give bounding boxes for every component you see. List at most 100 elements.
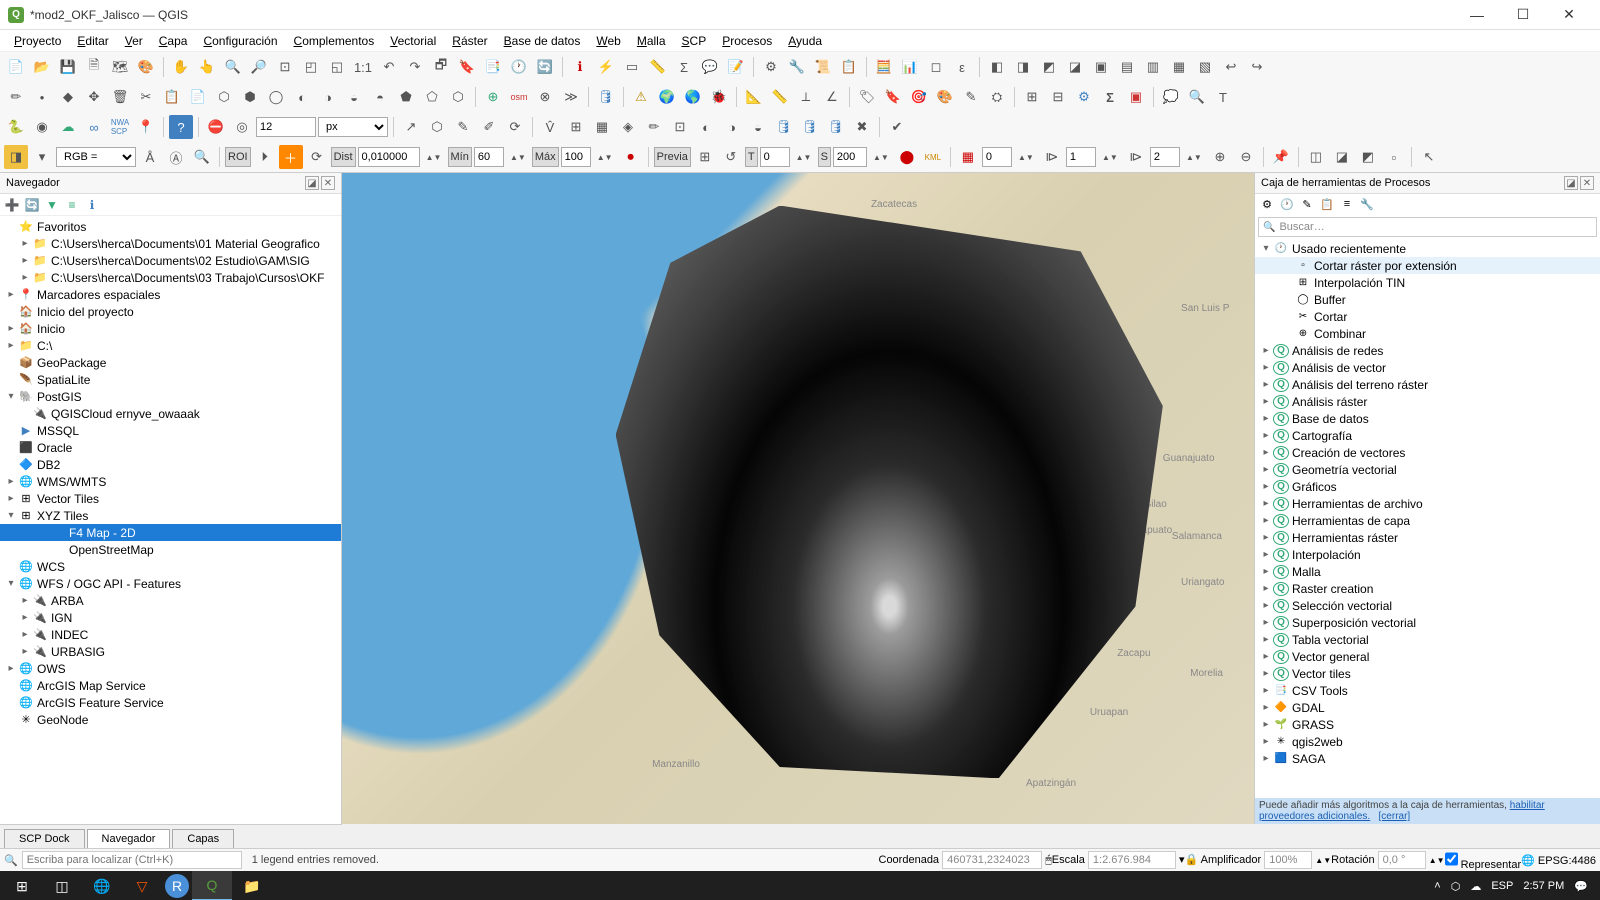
- proc-group[interactable]: ▸QSuperposición vectorial: [1255, 614, 1600, 631]
- layer-g-icon[interactable]: ▥: [1141, 55, 1165, 79]
- amp-input[interactable]: [1264, 851, 1312, 869]
- no-entry-icon[interactable]: ⛔: [204, 115, 228, 139]
- dock-tab-navegador[interactable]: Navegador: [87, 829, 171, 848]
- layer-h-icon[interactable]: ▦: [1167, 55, 1191, 79]
- scp-v8-icon[interactable]: ◑: [720, 115, 744, 139]
- move-feature-icon[interactable]: ✥: [82, 85, 106, 109]
- expression-select-icon[interactable]: ε: [950, 55, 974, 79]
- browser-item[interactable]: 🌐ArcGIS Map Service: [0, 677, 341, 694]
- browser-item[interactable]: 🔌QGISCloud ernyve_owaaak: [0, 405, 341, 422]
- menu-configuración[interactable]: Configuración: [195, 32, 285, 50]
- dropbox-icon[interactable]: ⬡: [1451, 880, 1461, 893]
- scp-zoom-icon[interactable]: 🔍: [190, 145, 214, 169]
- previa-grid-icon[interactable]: ⊞: [693, 145, 717, 169]
- menu-proyecto[interactable]: Proyecto: [6, 32, 69, 50]
- proc-recent-item[interactable]: ◯Buffer: [1255, 291, 1600, 308]
- map-canvas[interactable]: ZacatecasSan Luis PGuanajuatoSilaoSalama…: [342, 173, 1254, 824]
- lock-icon[interactable]: 🔒: [1184, 854, 1198, 866]
- coord-input[interactable]: [942, 851, 1042, 869]
- dig10-icon[interactable]: ⬡: [446, 85, 470, 109]
- zoom-selection-icon[interactable]: ◰: [299, 55, 323, 79]
- check-icon[interactable]: ⚠: [629, 85, 653, 109]
- browser-item[interactable]: ▾⊞XYZ Tiles: [0, 507, 341, 524]
- proc-provider[interactable]: ▸📑CSV Tools: [1255, 682, 1600, 699]
- onedrive-icon[interactable]: ☁: [1470, 880, 1481, 893]
- browser-item[interactable]: F4 Map - 2D: [0, 524, 341, 541]
- toolbox-icon[interactable]: ⚙: [759, 55, 783, 79]
- globe1-icon[interactable]: 🌍: [655, 85, 679, 109]
- select-icon[interactable]: ▭: [620, 55, 644, 79]
- proc-group[interactable]: ▸QRaster creation: [1255, 580, 1600, 597]
- scp-pick2-icon[interactable]: Ⓐ: [164, 145, 188, 169]
- dig8-icon[interactable]: ⬟: [394, 85, 418, 109]
- min-input[interactable]: [474, 147, 504, 167]
- browser-item[interactable]: ▸🔌IGN: [0, 609, 341, 626]
- proc-provider[interactable]: ▸🔶GDAL: [1255, 699, 1600, 716]
- n1-spin-icon[interactable]: ▲▼: [1014, 145, 1038, 169]
- proc-undock-icon[interactable]: ◪: [1564, 176, 1578, 190]
- add-feature-icon[interactable]: •: [30, 85, 54, 109]
- report-icon[interactable]: ▣: [1124, 85, 1148, 109]
- t-spin-icon[interactable]: ▲▼: [792, 145, 816, 169]
- globe2-icon[interactable]: 🌎: [681, 85, 705, 109]
- browser-item[interactable]: 📦GeoPackage: [0, 354, 341, 371]
- kml-icon[interactable]: KML: [921, 145, 945, 169]
- layer-label-icon[interactable]: 🏷: [855, 85, 879, 109]
- search2-icon[interactable]: 🔍: [1185, 85, 1209, 109]
- layer-d-icon[interactable]: ◪: [1063, 55, 1087, 79]
- unit-select[interactable]: px: [318, 117, 388, 137]
- results-icon[interactable]: 📋: [837, 55, 861, 79]
- explorer-icon[interactable]: 📁: [232, 871, 272, 900]
- tray-chevron-icon[interactable]: ˄: [1434, 880, 1440, 892]
- scp-x-icon[interactable]: ✖: [850, 115, 874, 139]
- task-view-icon[interactable]: ◫: [42, 871, 82, 900]
- lens-icon[interactable]: ◉: [30, 115, 54, 139]
- scp-v4-icon[interactable]: ◈: [616, 115, 640, 139]
- text-icon[interactable]: T: [1211, 85, 1235, 109]
- n3-spin-icon[interactable]: ▲▼: [1182, 145, 1206, 169]
- zoom-layer-icon[interactable]: ◱: [325, 55, 349, 79]
- proc-group[interactable]: ▸QAnálisis ráster: [1255, 393, 1600, 410]
- save-as-icon[interactable]: 🗎: [82, 55, 106, 79]
- network-icon[interactable]: ⊗: [533, 85, 557, 109]
- vector-poly-icon[interactable]: ⬡: [425, 115, 449, 139]
- proc-group[interactable]: ▸QHerramientas de capa: [1255, 512, 1600, 529]
- ruler3-icon[interactable]: ⟂: [794, 85, 818, 109]
- proc-group[interactable]: ▸QAnálisis de redes: [1255, 342, 1600, 359]
- layer-f-icon[interactable]: ▤: [1115, 55, 1139, 79]
- proc-group[interactable]: ▸QTabla vectorial: [1255, 631, 1600, 648]
- browser-item[interactable]: ▸🔌URBASIG: [0, 643, 341, 660]
- layer-e-icon[interactable]: ▣: [1089, 55, 1113, 79]
- proc-recent[interactable]: ▾🕐Usado recientemente: [1255, 240, 1600, 257]
- lbl2-icon[interactable]: 🔖: [881, 85, 905, 109]
- zoom-native-icon[interactable]: 1:1: [351, 55, 375, 79]
- minimize-button[interactable]: —: [1454, 0, 1500, 30]
- python-icon[interactable]: 🐍: [4, 115, 28, 139]
- menu-base-de-datos[interactable]: Base de datos: [496, 32, 589, 50]
- pan-selection-icon[interactable]: 👆: [195, 55, 219, 79]
- new-map-view-icon[interactable]: 🗗: [429, 55, 453, 79]
- previa-reset-icon[interactable]: ↺: [719, 145, 743, 169]
- lbl3-icon[interactable]: 🎯: [907, 85, 931, 109]
- osm-icon[interactable]: ⊕: [481, 85, 505, 109]
- processing-tree[interactable]: ▾🕐Usado recientemente▫Cortar ráster por …: [1255, 240, 1600, 798]
- menu-ver[interactable]: Ver: [117, 32, 151, 50]
- chrome-icon[interactable]: 🌐: [82, 871, 122, 900]
- n2-spin-icon[interactable]: ▲▼: [1098, 145, 1122, 169]
- browser-item[interactable]: ▾🐘PostGIS: [0, 388, 341, 405]
- pan-icon[interactable]: ✋: [169, 55, 193, 79]
- proc-group[interactable]: ▸QMalla: [1255, 563, 1600, 580]
- proc-provider[interactable]: ▸🌱GRASS: [1255, 716, 1600, 733]
- dig5-icon[interactable]: ◑: [316, 85, 340, 109]
- browser-item[interactable]: ▸⊞Vector Tiles: [0, 490, 341, 507]
- class-run-icon[interactable]: ⬤: [895, 145, 919, 169]
- proc-model-icon[interactable]: ⚙: [1259, 196, 1275, 212]
- dist-spin-icon[interactable]: ▲▼: [422, 145, 446, 169]
- speech-icon[interactable]: 💭: [1159, 85, 1183, 109]
- undo-icon[interactable]: ↩: [1219, 55, 1243, 79]
- ruler-icon[interactable]: 📐: [742, 85, 766, 109]
- new-project-icon[interactable]: 📄: [4, 55, 28, 79]
- scp-db1-icon[interactable]: 🛢: [772, 115, 796, 139]
- browser-item[interactable]: ▸🌐WMS/WMTS: [0, 473, 341, 490]
- notifications-icon[interactable]: 💬: [1574, 880, 1588, 893]
